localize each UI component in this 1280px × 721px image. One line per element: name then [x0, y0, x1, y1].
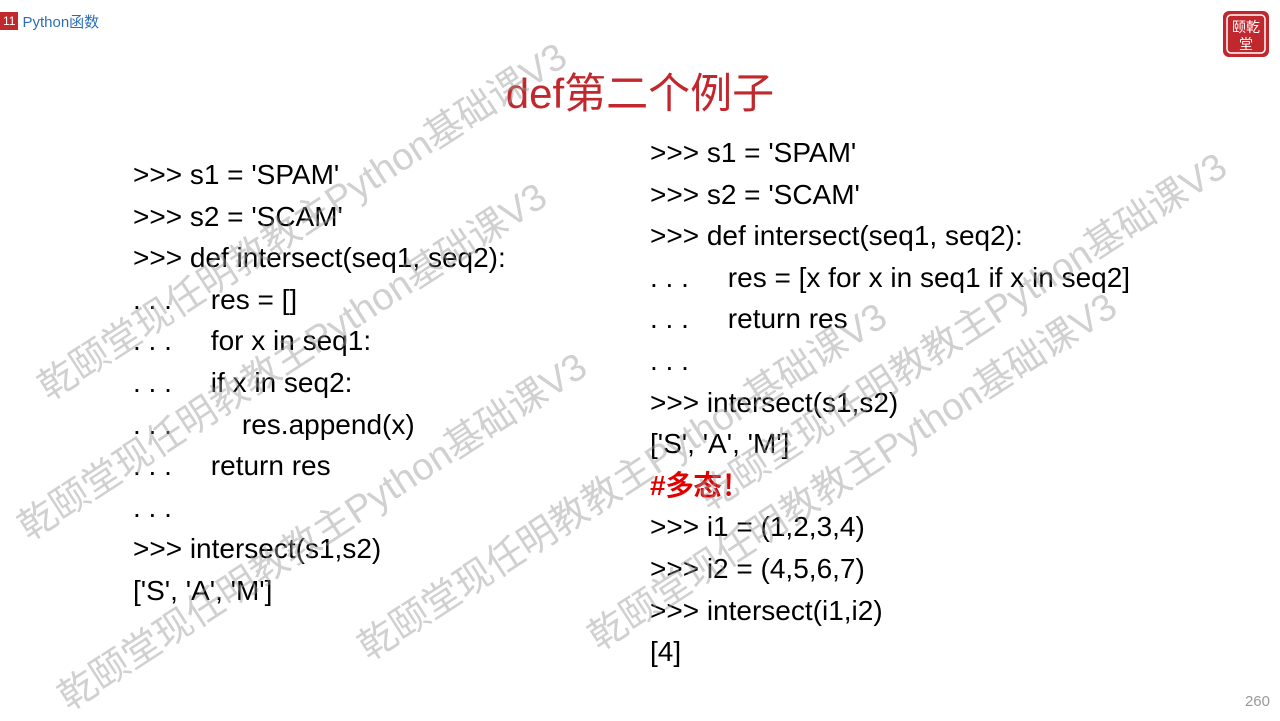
code-line: . . . return res: [650, 303, 848, 335]
code-line: >>> intersect(s1,s2): [650, 386, 899, 418]
code-line: ['S', 'A', 'M']: [650, 428, 790, 460]
code-line: >>> s1 = 'SPAM': [133, 159, 340, 190]
code-line: [4]: [650, 636, 682, 668]
code-line: >>> intersect(i1,i2): [650, 594, 883, 626]
left-code-block: >>> s1 = 'SPAM' >>> s2 = 'SCAM' >>> def in…: [133, 154, 506, 612]
right-code-block: >>> s1 = 'SPAM' >>> s2 = 'SCAM' >>> def in…: [650, 132, 1130, 673]
code-line: >>> i2 = (4,5,6,7): [650, 552, 865, 584]
svg-text:颐乾: 颐乾: [1232, 20, 1260, 36]
code-line: >>> def intersect(seq1, seq2):: [650, 220, 1023, 252]
svg-text:堂: 堂: [1239, 37, 1253, 53]
code-line: . . . res = []: [133, 283, 298, 315]
page-number: 260: [1244, 693, 1270, 710]
code-line: >>> s2 = 'SCAM': [650, 178, 860, 210]
code-line: . . .: [133, 491, 172, 523]
code-line: . . . for x in seq1:: [133, 325, 372, 357]
code-comment-line: #多态！: [650, 469, 750, 501]
seal-logo-icon: 颐乾 堂: [1220, 8, 1272, 60]
code-line: >>> def intersect(seq1, seq2):: [133, 242, 506, 274]
code-line: . . .: [650, 344, 689, 376]
chapter-header: 11 Python函数: [0, 11, 99, 31]
code-line: ['S', 'A', 'M']: [133, 574, 273, 606]
code-line: . . . if x in seq2:: [133, 366, 353, 398]
code-line: >>> s1 = 'SPAM': [650, 137, 857, 168]
code-line: . . . res = [x for x in seq1 if x in seq…: [650, 261, 1131, 293]
code-line: >>> s2 = 'SCAM': [133, 200, 343, 232]
code-line: >>> intersect(s1,s2): [133, 533, 382, 565]
chapter-title: Python函数: [22, 13, 100, 31]
code-line: . . . res.append(x): [133, 408, 415, 440]
code-line: >>> i1 = (1,2,3,4): [650, 511, 865, 543]
slide-title: def第二个例子: [505, 70, 775, 117]
chapter-number-badge: 11: [0, 12, 19, 30]
code-line: . . . return res: [133, 450, 331, 482]
